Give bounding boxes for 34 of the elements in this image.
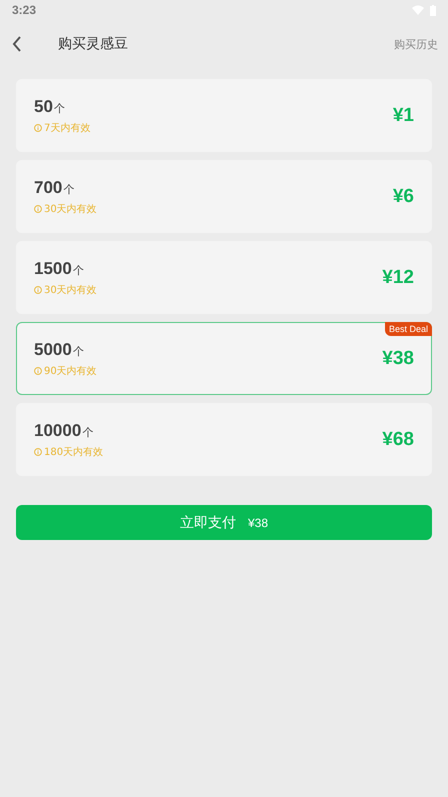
package-card[interactable]: 1500个 30天内有效 ¥12 (16, 241, 432, 314)
package-card[interactable]: 50个 7天内有效 ¥1 (16, 79, 432, 152)
info-icon (34, 204, 42, 212)
validity-text: 180天内有效 (44, 446, 104, 458)
package-price: ¥68 (382, 428, 414, 450)
package-unit: 个 (82, 424, 94, 440)
deal-badge: Best Deal (384, 322, 432, 336)
package-amount: 10000 (34, 420, 82, 440)
package-unit: 个 (72, 262, 84, 278)
info-icon (34, 124, 42, 132)
package-unit: 个 (63, 182, 74, 196)
package-amount: 1500 (34, 258, 72, 278)
package-amount: 50 (34, 96, 53, 116)
package-amount: 700 (34, 178, 62, 198)
package-card[interactable]: 10000个 180天内有效 ¥68 (16, 403, 432, 476)
back-icon[interactable] (12, 36, 22, 52)
status-time: 3:23 (12, 3, 36, 17)
info-icon (34, 286, 42, 294)
package-unit: 个 (54, 100, 65, 116)
validity-text: 90天内有效 (44, 364, 97, 378)
page-title: 购买灵感豆 (58, 35, 129, 53)
info-icon (34, 448, 42, 456)
package-price: ¥12 (382, 266, 414, 288)
package-card[interactable]: 5000个 90天内有效 ¥38 Best Deal (16, 322, 432, 395)
package-price: ¥38 (382, 348, 414, 370)
package-unit: 个 (72, 344, 84, 358)
package-price: ¥1 (392, 104, 414, 126)
package-price: ¥6 (392, 186, 414, 208)
package-card[interactable]: 700个 30天内有效 ¥6 (16, 160, 432, 233)
validity-text: 30天内有效 (44, 284, 97, 296)
validity-text: 7天内有效 (44, 122, 90, 134)
info-icon (34, 366, 42, 374)
package-amount: 5000 (34, 340, 72, 360)
validity-text: 30天内有效 (44, 202, 97, 216)
